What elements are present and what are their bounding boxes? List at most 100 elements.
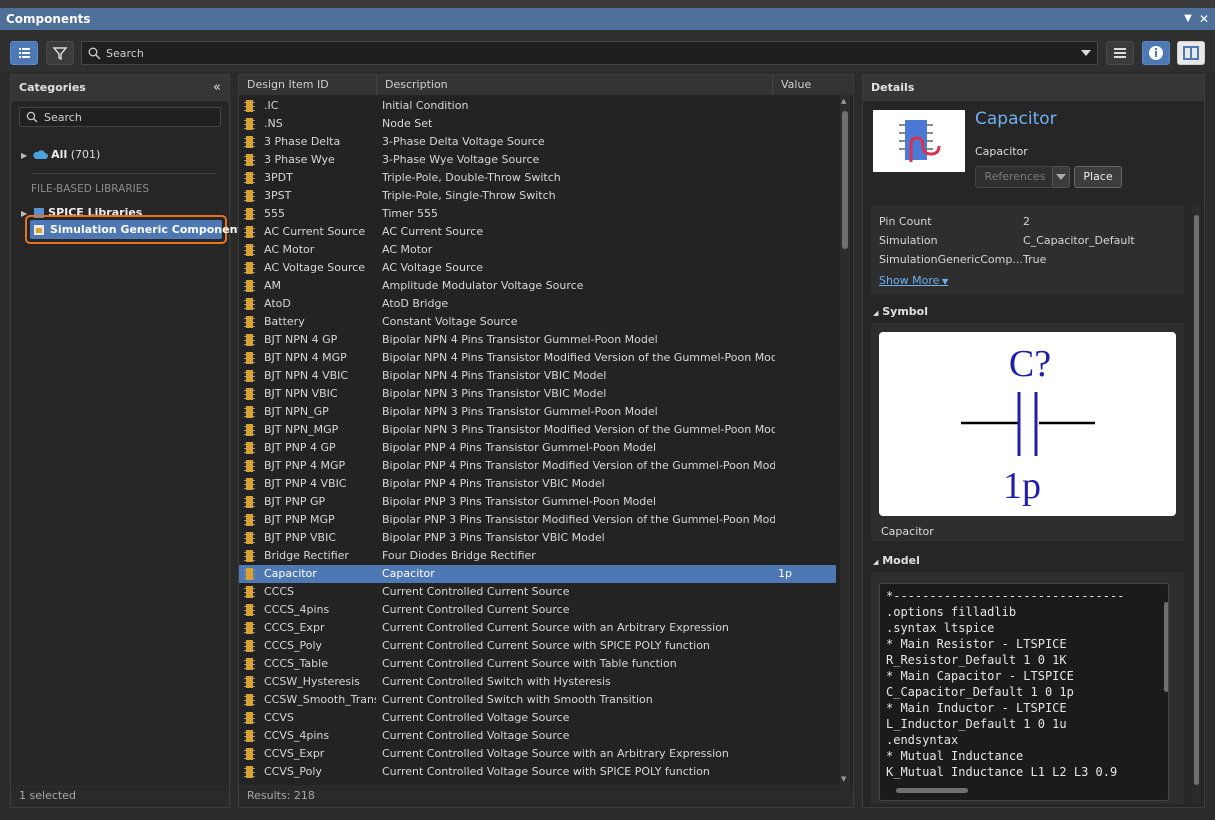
table-row[interactable]: CCSW_Smooth_Trans Current Controlled Swit… — [239, 691, 836, 709]
table-row[interactable]: BJT PNP 4 VBIC Bipolar PNP 4 Pins Transis… — [239, 475, 836, 493]
table-row[interactable]: CCSW_Hysteresis Current Controlled Switch… — [239, 673, 836, 691]
table-row[interactable]: BJT NPN 4 MGP Bipolar NPN 4 Pins Transist… — [239, 349, 836, 367]
filter-button[interactable] — [46, 41, 74, 65]
table-row[interactable]: CCCS_Poly Current Controlled Current Sour… — [239, 637, 836, 655]
search-icon — [26, 111, 38, 123]
table-row[interactable]: CCCS_Table Current Controlled Current Sou… — [239, 655, 836, 673]
collapse-left-icon[interactable]: « — [213, 75, 221, 101]
design-item-id: Battery — [264, 315, 305, 328]
pin-down-icon[interactable]: ▼ — [1181, 8, 1195, 30]
column-header-description[interactable]: Description — [376, 75, 772, 95]
window-title: Components — [6, 12, 91, 26]
table-row[interactable]: CCVS_Expr Current Controlled Voltage Sour… — [239, 745, 836, 763]
chevron-down-icon[interactable] — [1081, 50, 1091, 57]
tree-item-all[interactable]: ▶ All (701) — [21, 147, 100, 163]
symbol-header-label: Symbol — [882, 305, 928, 318]
tree-item-simulation-generic[interactable]: Simulation Generic Components — [30, 220, 249, 239]
close-icon[interactable]: ✕ — [1197, 8, 1211, 30]
table-row[interactable]: CCVS Current Controlled Voltage Source — [239, 709, 836, 727]
design-item-id: Bridge Rectifier — [264, 549, 349, 562]
collapse-arrow-icon: ◢ — [873, 309, 879, 317]
scroll-down-icon[interactable]: ▼ — [841, 775, 846, 783]
table-row[interactable]: AC Current Source AC Current Source — [239, 223, 836, 241]
table-row[interactable]: 555 Timer 555 — [239, 205, 836, 223]
item-description: Four Diodes Bridge Rectifier — [382, 549, 536, 562]
table-row[interactable]: Battery Constant Voltage Source — [239, 313, 836, 331]
table-row[interactable]: Capacitor Capacitor 1p — [239, 565, 836, 583]
table-row[interactable]: AtoD AtoD Bridge — [239, 295, 836, 313]
search-input[interactable]: Search — [81, 41, 1098, 65]
table-row[interactable]: BJT NPN 4 GP Bipolar NPN 4 Pins Transisto… — [239, 331, 836, 349]
table-row[interactable]: BJT PNP 4 GP Bipolar PNP 4 Pins Transisto… — [239, 439, 836, 457]
references-button[interactable]: References — [975, 166, 1055, 188]
model-hscroll-thumb[interactable] — [896, 788, 968, 793]
menu-button[interactable] — [1106, 41, 1134, 65]
component-icon — [244, 568, 255, 580]
table-row[interactable]: 3 Phase Wye 3-Phase Wye Voltage Source — [239, 151, 836, 169]
table-row[interactable]: CCCS_4pins Current Controlled Current Sou… — [239, 601, 836, 619]
list-scrollbar[interactable]: ▲ ▼ — [840, 95, 850, 785]
details-scrollbar[interactable] — [1191, 205, 1201, 803]
component-icon — [244, 190, 255, 202]
component-icon — [244, 496, 255, 508]
table-row[interactable]: BJT NPN_GP Bipolar NPN 3 Pins Transistor … — [239, 403, 836, 421]
table-row[interactable]: BJT PNP MGP Bipolar PNP 3 Pins Transistor… — [239, 511, 836, 529]
table-row[interactable]: AC Voltage Source AC Voltage Source — [239, 259, 836, 277]
table-row[interactable]: BJT NPN 4 VBIC Bipolar NPN 4 Pins Transis… — [239, 367, 836, 385]
table-row[interactable]: 3PST Triple-Pole, Single-Throw Switch — [239, 187, 836, 205]
component-icon — [244, 298, 255, 310]
component-icon — [244, 586, 255, 598]
details-scroll-thumb[interactable] — [1194, 215, 1199, 785]
table-row[interactable]: CCCS Current Controlled Current Source — [239, 583, 836, 601]
column-header-value[interactable]: Value — [772, 75, 842, 95]
references-dropdown[interactable] — [1052, 166, 1070, 188]
table-row[interactable]: BJT NPN_MGP Bipolar NPN 3 Pins Transistor… — [239, 421, 836, 439]
component-icon — [244, 766, 255, 778]
table-row[interactable]: BJT PNP VBIC Bipolar PNP 3 Pins Transisto… — [239, 529, 836, 547]
show-more-link[interactable]: Show More ▼ — [879, 274, 948, 287]
item-description: Triple-Pole, Single-Throw Switch — [382, 189, 556, 202]
component-icon — [244, 244, 255, 256]
component-icon — [244, 694, 255, 706]
model-text[interactable]: *-------------------------------- .option… — [879, 583, 1169, 801]
component-icon — [244, 262, 255, 274]
table-row[interactable]: CCVS_4pins Current Controlled Voltage Sou… — [239, 727, 836, 745]
table-row[interactable]: BJT PNP GP Bipolar PNP 3 Pins Transistor … — [239, 493, 836, 511]
model-scroll-thumb[interactable] — [1164, 602, 1168, 692]
table-row[interactable]: 3PDT Triple-Pole, Double-Throw Switch — [239, 169, 836, 187]
component-icon — [244, 352, 255, 364]
list-scroll-thumb[interactable] — [842, 111, 848, 249]
category-search-input[interactable]: Search — [19, 107, 221, 127]
list-view-button[interactable] — [10, 41, 38, 65]
item-description: AC Current Source — [382, 225, 484, 238]
symbol-section-header[interactable]: ◢ Symbol — [873, 305, 928, 318]
table-row[interactable]: Bridge Rectifier Four Diodes Bridge Recti… — [239, 547, 836, 565]
property-name: Simulation — [879, 234, 938, 247]
design-item-id: AC Current Source — [264, 225, 366, 238]
table-row[interactable]: BJT NPN VBIC Bipolar NPN 3 Pins Transisto… — [239, 385, 836, 403]
table-row[interactable]: AC Motor AC Motor — [239, 241, 836, 259]
table-row[interactable]: .NS Node Set — [239, 115, 836, 133]
place-button[interactable]: Place — [1074, 166, 1122, 188]
component-subtitle: Capacitor — [975, 145, 1028, 158]
item-description: Bipolar PNP 4 Pins Transistor Modified V… — [382, 459, 775, 472]
table-row[interactable]: AM Amplitude Modulator Voltage Source — [239, 277, 836, 295]
component-icon — [244, 622, 255, 634]
model-section-header[interactable]: ◢ Model — [873, 554, 920, 567]
table-row[interactable]: .IC Initial Condition — [239, 97, 836, 115]
model-line: * Mutual Inductance — [886, 749, 1024, 763]
info-button[interactable] — [1142, 41, 1170, 65]
property-name: SimulationGenericComp... — [879, 253, 1023, 266]
component-icon — [244, 532, 255, 544]
design-item-id: BJT NPN 4 MGP — [264, 351, 347, 364]
table-row[interactable]: CCCS_Expr Current Controlled Current Sour… — [239, 619, 836, 637]
component-icon — [244, 388, 255, 400]
split-view-button[interactable] — [1177, 41, 1205, 65]
item-description: Current Controlled Voltage Source — [382, 729, 570, 742]
scroll-up-icon[interactable]: ▲ — [841, 97, 846, 105]
table-row[interactable]: BJT PNP 4 MGP Bipolar PNP 4 Pins Transist… — [239, 457, 836, 475]
table-row[interactable]: CCVS_Poly Current Controlled Voltage Sour… — [239, 763, 836, 781]
column-header-id[interactable]: Design Item ID — [239, 75, 376, 95]
table-row[interactable]: 3 Phase Delta 3-Phase Delta Voltage Sourc… — [239, 133, 836, 151]
expand-arrow-icon[interactable]: ▶ — [21, 151, 27, 160]
